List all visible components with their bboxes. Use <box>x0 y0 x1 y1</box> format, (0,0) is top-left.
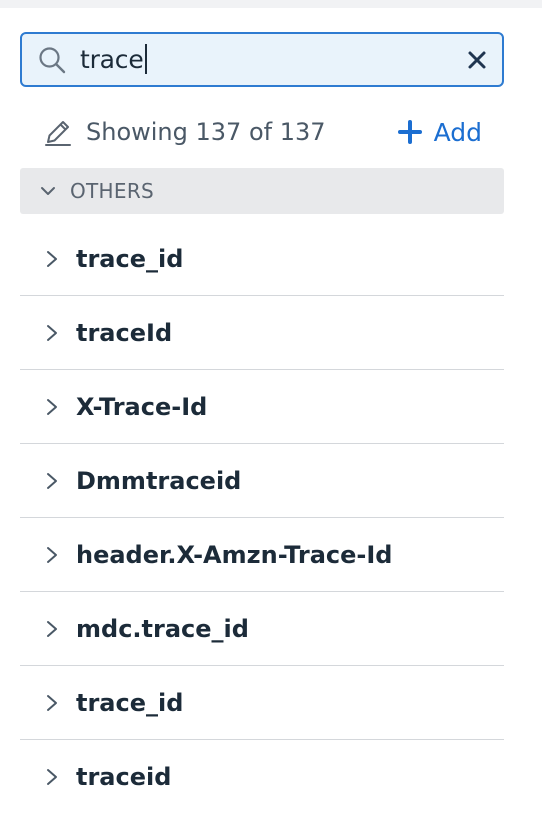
chevron-right-icon <box>47 769 57 785</box>
top-strip <box>0 0 542 8</box>
search-input[interactable]: trace <box>20 32 504 87</box>
section-label: OTHERS <box>70 179 155 203</box>
list-item-label: header.X-Amzn-Trace-Id <box>76 540 393 569</box>
search-icon <box>39 46 66 73</box>
list-item[interactable]: trace_id <box>20 666 504 740</box>
text-cursor <box>144 44 147 74</box>
chevron-right-icon <box>47 324 57 341</box>
list-item-label: mdc.trace_id <box>76 614 249 643</box>
field-list: trace_id traceId X-Trace-Id Dmmtraceid h… <box>20 222 504 814</box>
add-button[interactable]: Add <box>397 117 482 147</box>
list-item-label: X-Trace-Id <box>76 392 208 421</box>
search-value[interactable]: trace <box>80 44 466 74</box>
list-item-label: Dmmtraceid <box>76 466 242 495</box>
add-button-label: Add <box>433 117 482 147</box>
list-item-label: trace_id <box>76 688 184 717</box>
showing-count: Showing 137 of 137 <box>86 118 326 146</box>
list-item[interactable]: header.X-Amzn-Trace-Id <box>20 518 504 592</box>
list-item-label: trace_id <box>76 244 184 273</box>
list-item[interactable]: Dmmtraceid <box>20 444 504 518</box>
chevron-right-icon <box>47 694 57 711</box>
list-item[interactable]: X-Trace-Id <box>20 370 504 444</box>
status-row: Showing 137 of 137 Add <box>20 87 504 177</box>
search-value-text: trace <box>80 45 144 74</box>
chevron-right-icon <box>47 620 57 637</box>
list-item-label: traceid <box>76 763 172 791</box>
list-item-label: traceId <box>76 318 173 347</box>
chevron-down-icon <box>41 187 55 195</box>
chevron-right-icon <box>47 472 57 489</box>
list-item[interactable]: mdc.trace_id <box>20 592 504 666</box>
section-header-others[interactable]: OTHERS <box>20 168 504 214</box>
list-item[interactable]: traceid <box>20 740 504 814</box>
list-item[interactable]: traceId <box>20 296 504 370</box>
plus-icon <box>397 120 422 144</box>
chevron-right-icon <box>47 546 57 563</box>
chevron-right-icon <box>47 250 57 267</box>
chevron-right-icon <box>47 398 57 415</box>
field-list-panel: trace Showing 137 of 137 Add OTHERS trac… <box>20 32 504 814</box>
pencil-icon[interactable] <box>42 116 74 148</box>
close-icon[interactable] <box>466 49 488 71</box>
list-item[interactable]: trace_id <box>20 222 504 296</box>
